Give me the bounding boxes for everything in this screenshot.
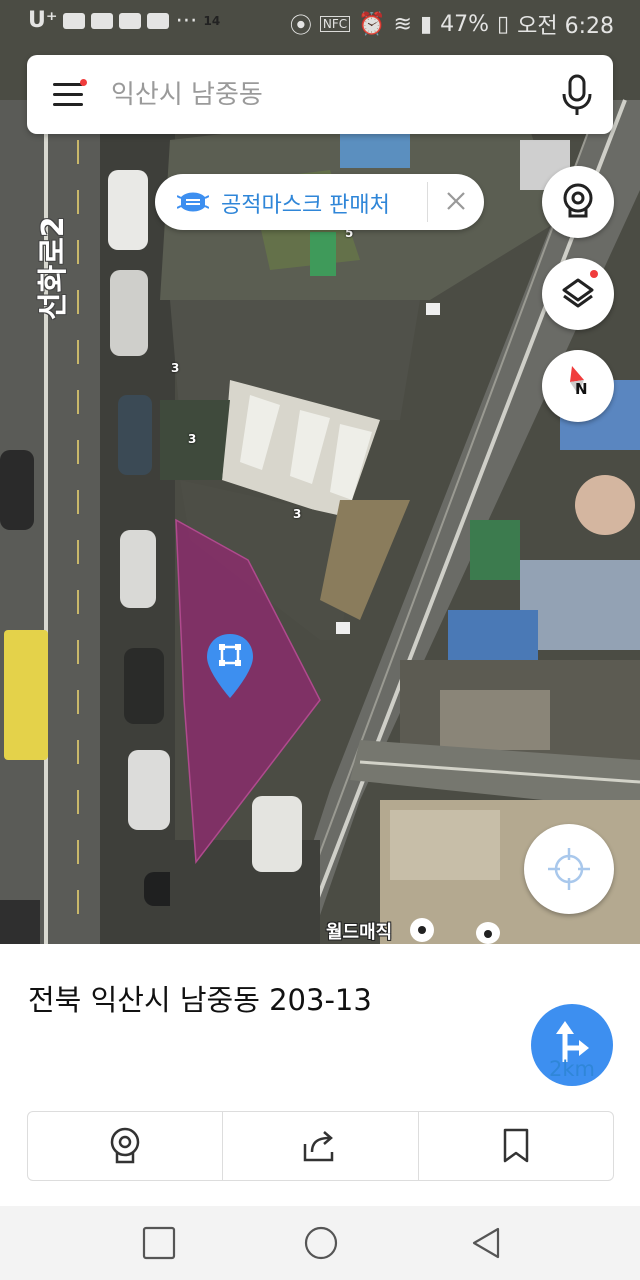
poi-marker-icon[interactable] (476, 922, 500, 944)
alarm-icon: ⏰ (358, 11, 386, 37)
new-badge-dot (590, 270, 598, 278)
notification-icon (63, 12, 86, 29)
search-input[interactable] (109, 73, 533, 117)
face-mask-icon (177, 192, 209, 212)
close-icon (447, 192, 465, 210)
crosshair-location-icon (548, 848, 590, 890)
recents-button[interactable] (139, 1223, 179, 1263)
satellite-imagery (0, 0, 640, 944)
battery-icon: ▯ (497, 11, 510, 37)
home-button[interactable] (301, 1223, 341, 1263)
close-chip-button[interactable] (429, 174, 484, 230)
poi-marker-icon[interactable] (410, 918, 434, 942)
share-icon (304, 1131, 334, 1162)
building-number: 3 (293, 507, 302, 521)
building-number: 3 (171, 361, 180, 375)
bookmark-icon (503, 1128, 529, 1163)
compass-north-label: N (575, 380, 588, 398)
layers-icon (562, 278, 594, 308)
notification-count: 14 (203, 13, 221, 28)
back-triangle-icon (472, 1227, 500, 1259)
mask-chip-label: 공적마스크 판매처 (221, 193, 390, 218)
roadview-camera-icon (563, 183, 593, 218)
system-navigation-bar (0, 1206, 640, 1280)
home-circle-icon (304, 1226, 338, 1260)
more-notifications-icon: ⋯ (175, 8, 198, 33)
map-layers-button[interactable] (542, 258, 614, 330)
microphone-icon (562, 74, 592, 115)
recents-square-icon (142, 1226, 176, 1260)
mask-seller-chip-button[interactable]: 공적마스크 판매처 (155, 174, 427, 230)
bookmark-button[interactable] (417, 1112, 613, 1180)
back-button[interactable] (466, 1223, 506, 1263)
compass-button[interactable]: N (542, 350, 614, 422)
route-distance: 2km (549, 1057, 595, 1081)
nfc-icon: NFC (319, 16, 351, 32)
chip-divider (427, 182, 428, 222)
place-address: 전북 익산시 남중동 203-13 (28, 983, 372, 1017)
place-action-bar (27, 1111, 614, 1181)
roadview-action-button[interactable] (28, 1112, 222, 1180)
poi-label[interactable]: 월드매직 (326, 918, 392, 944)
battery-percent: 47% (440, 11, 489, 37)
satellite-map[interactable]: 5 3 3 3 선화로2 월드매직 U⁺ ⋯ 14 ⦿ NFC ⏰ ≋ ▮ 47… (0, 0, 640, 944)
building-number: 3 (188, 432, 197, 446)
voice-search-button[interactable] (557, 73, 597, 117)
notification-icon (91, 12, 114, 29)
clock: 오전 6:28 (517, 14, 614, 39)
mask-seller-filter-chip: 공적마스크 판매처 (155, 174, 484, 230)
road-name-label: 선화로2 (36, 216, 71, 320)
roadview-button[interactable] (542, 166, 614, 238)
new-badge-dot (80, 79, 87, 86)
location-status-icon: ⦿ (289, 14, 312, 39)
parcel-pin-icon[interactable] (205, 632, 255, 702)
status-bar: U⁺ ⋯ 14 ⦿ NFC ⏰ ≋ ▮ 47% ▯ 오전 6:28 (0, 0, 640, 44)
signal-icon: ▮ (419, 11, 433, 37)
roadview-icon (110, 1127, 140, 1164)
search-bar[interactable] (27, 55, 613, 134)
share-button[interactable] (222, 1112, 417, 1180)
notification-icon (119, 12, 142, 29)
notification-icon (147, 12, 170, 29)
menu-button[interactable] (47, 77, 91, 113)
carrier-label: U⁺ (28, 8, 58, 33)
my-location-button[interactable] (524, 824, 614, 914)
wifi-icon: ≋ (393, 11, 412, 37)
